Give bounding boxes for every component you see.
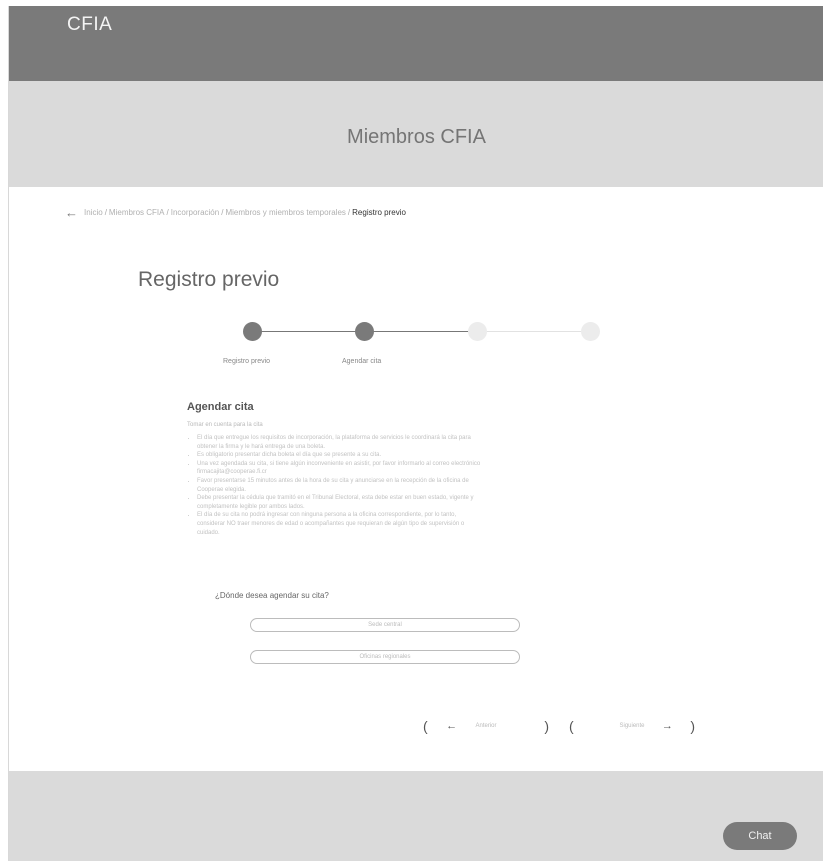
hero-banner: Miembros CFIA: [9, 81, 823, 187]
footer: [9, 771, 823, 861]
option-sede-central[interactable]: Sede central: [250, 618, 520, 632]
step-2-label: Agendar cita: [342, 358, 382, 365]
step-connector: [252, 331, 365, 332]
notes-list: El día que entregue los requisitos de in…: [187, 434, 482, 537]
step-connector: [365, 331, 478, 332]
notes-intro: Tomar en cuenta para la cita: [187, 422, 263, 428]
page-frame: CFIA Miembros CFIA ← Inicio / Miembros C…: [8, 6, 823, 861]
breadcrumb-item-incorporacion[interactable]: Incorporación: [171, 208, 219, 217]
logo[interactable]: CFIA: [67, 14, 112, 36]
list-item: Es obligatorio presentar dicha boleta el…: [197, 451, 482, 460]
step-2-dot: [355, 322, 374, 341]
section-title: Agendar cita: [187, 401, 254, 413]
option-oficinas-regionales[interactable]: Oficinas regionales: [250, 650, 520, 664]
breadcrumb-item-inicio[interactable]: Inicio: [84, 208, 103, 217]
breadcrumb-separator: /: [221, 208, 224, 217]
list-item: Favor presentarse 15 minutos antes de la…: [197, 477, 482, 494]
breadcrumb-item-miembros[interactable]: Miembros CFIA: [109, 208, 165, 217]
step-connector: [478, 331, 591, 332]
next-label: Siguiente: [619, 723, 645, 729]
breadcrumb: ← Inicio / Miembros CFIA / Incorporación…: [65, 205, 406, 220]
top-bar: CFIA: [9, 6, 823, 81]
arrow-left-icon[interactable]: ←: [65, 205, 78, 220]
step-3-dot: [468, 322, 487, 341]
chat-button[interactable]: Chat: [723, 822, 797, 850]
step-1-label: Registro previo: [223, 358, 271, 365]
breadcrumb-separator: /: [104, 208, 107, 217]
breadcrumb-item-miembros-temporales[interactable]: Miembros y miembros temporales: [225, 208, 345, 217]
previous-label: Anterior: [475, 723, 497, 729]
list-item: Una vez agendada su cita, si tiene algún…: [197, 460, 482, 477]
button-bracket: ): [544, 718, 549, 734]
breadcrumb-separator: /: [347, 208, 351, 217]
next-button[interactable]: ( → Siguiente → ): [569, 717, 695, 735]
location-question: ¿Dónde desea agendar su cita?: [215, 591, 329, 600]
list-item: Debe presentar la cédula que tramitó en …: [197, 494, 482, 511]
breadcrumb-separator: /: [166, 208, 169, 217]
previous-button[interactable]: ( ← Anterior ← ): [423, 717, 549, 735]
button-bracket: (: [569, 718, 574, 734]
arrow-right-icon: →: [661, 720, 673, 732]
page-title: Registro previo: [138, 268, 280, 291]
list-item: El día que entregue los requisitos de in…: [197, 434, 482, 451]
list-item: El día de su cita no podrá ingresar con …: [197, 511, 482, 537]
button-bracket: (: [423, 718, 428, 734]
breadcrumb-current: Registro previo: [352, 208, 406, 217]
arrow-left-icon: ←: [446, 720, 458, 732]
step-1-dot: [243, 322, 262, 341]
hero-title: Miembros CFIA: [347, 126, 486, 148]
button-bracket: ): [690, 718, 695, 734]
step-4-dot: [581, 322, 600, 341]
